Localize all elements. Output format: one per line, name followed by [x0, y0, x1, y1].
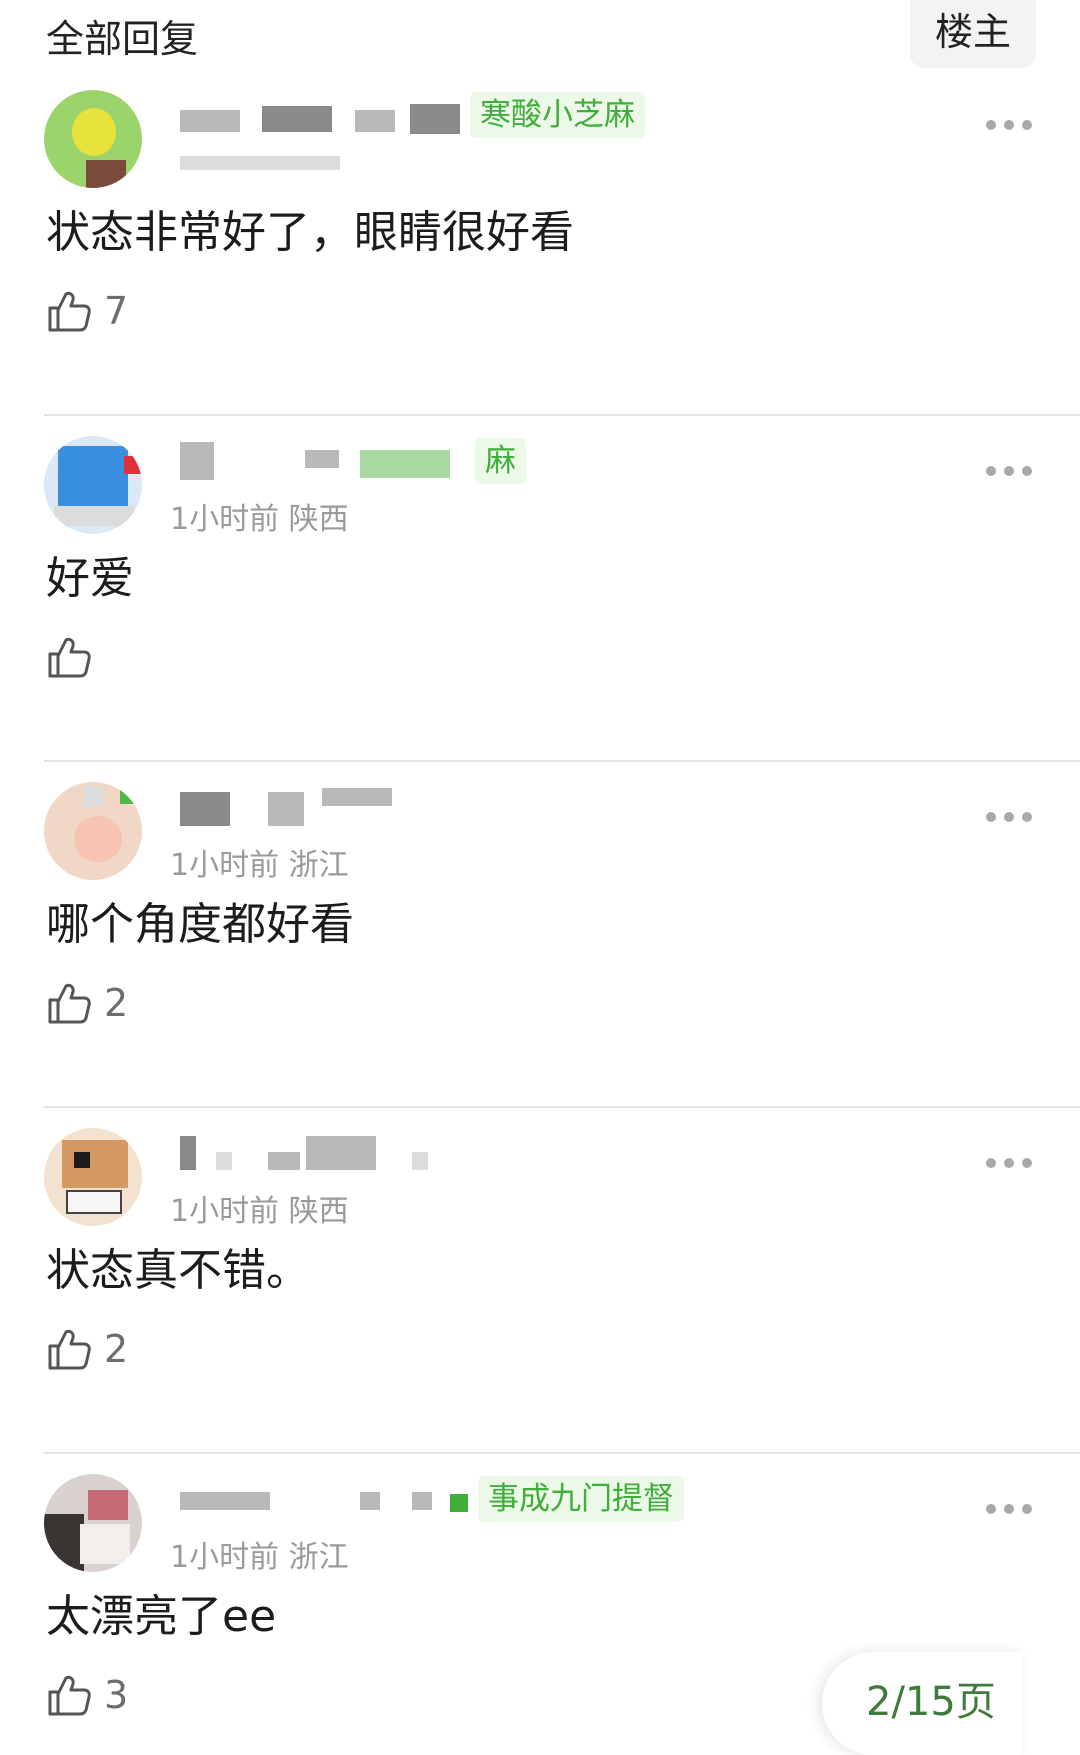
- like-count: 2: [104, 981, 129, 1025]
- fan-badge: 事成九门提督: [478, 1476, 684, 1522]
- like-button[interactable]: 2: [46, 978, 128, 1028]
- page-title: 全部回复: [46, 17, 199, 61]
- more-dots-icon[interactable]: [986, 118, 1032, 132]
- like-count: 7: [104, 289, 129, 333]
- like-button[interactable]: 7: [46, 286, 128, 336]
- comment-item: 寒酸小芝麻 状态非常好了，眼睛很好看 7: [0, 70, 1080, 416]
- comment-item: 1小时前 陕西 状态真不错。 2: [0, 1108, 1080, 1454]
- thumbs-up-icon: [48, 1675, 91, 1716]
- username-blurred[interactable]: [180, 792, 230, 826]
- thumbs-up-icon: [48, 291, 91, 332]
- avatar[interactable]: [44, 436, 142, 534]
- comments-header: 全部回复 楼主: [0, 0, 1080, 70]
- more-dots-icon[interactable]: [986, 1156, 1032, 1170]
- like-button[interactable]: [46, 632, 104, 682]
- username-blurred[interactable]: [180, 1136, 196, 1170]
- username-blurred[interactable]: [180, 1492, 270, 1510]
- like-button[interactable]: 3: [46, 1670, 128, 1720]
- thumbs-up-icon: [48, 1329, 91, 1370]
- like-count: 3: [104, 1673, 129, 1717]
- comment-text: 好爱: [46, 553, 134, 604]
- username-blurred[interactable]: [180, 110, 240, 132]
- comment-item: 1小时前 浙江 哪个角度都好看 2: [0, 762, 1080, 1108]
- comment-meta: 1小时前 陕西: [170, 502, 349, 537]
- avatar[interactable]: [44, 1474, 142, 1572]
- like-button[interactable]: 2: [46, 1324, 128, 1374]
- avatar[interactable]: [44, 782, 142, 880]
- like-count: 2: [104, 1327, 129, 1371]
- comment-text: 状态非常好了，眼睛很好看: [46, 207, 574, 258]
- comment-text: 哪个角度都好看: [46, 899, 354, 950]
- comment-text: 太漂亮了ee: [46, 1591, 277, 1642]
- more-dots-icon[interactable]: [986, 1502, 1032, 1516]
- page-indicator-button[interactable]: 2/15页: [822, 1652, 1022, 1755]
- comment-text: 状态真不错。: [46, 1245, 310, 1296]
- fan-badge: 麻: [475, 438, 526, 484]
- comment-meta: 1小时前 陕西: [170, 1194, 349, 1229]
- op-only-filter-button[interactable]: 楼主: [910, 0, 1036, 68]
- comment-meta: 1小时前 浙江: [170, 848, 349, 883]
- username-blurred[interactable]: [180, 442, 214, 480]
- comment-meta: 1小时前 浙江: [170, 1540, 349, 1575]
- avatar[interactable]: [44, 90, 142, 188]
- more-dots-icon[interactable]: [986, 810, 1032, 824]
- thumbs-up-icon: [48, 983, 91, 1024]
- more-dots-icon[interactable]: [986, 464, 1032, 478]
- avatar[interactable]: [44, 1128, 142, 1226]
- comment-item: 麻 1小时前 陕西 好爱: [0, 416, 1080, 762]
- fan-badge: 寒酸小芝麻: [470, 92, 645, 138]
- thumbs-up-icon: [48, 637, 91, 678]
